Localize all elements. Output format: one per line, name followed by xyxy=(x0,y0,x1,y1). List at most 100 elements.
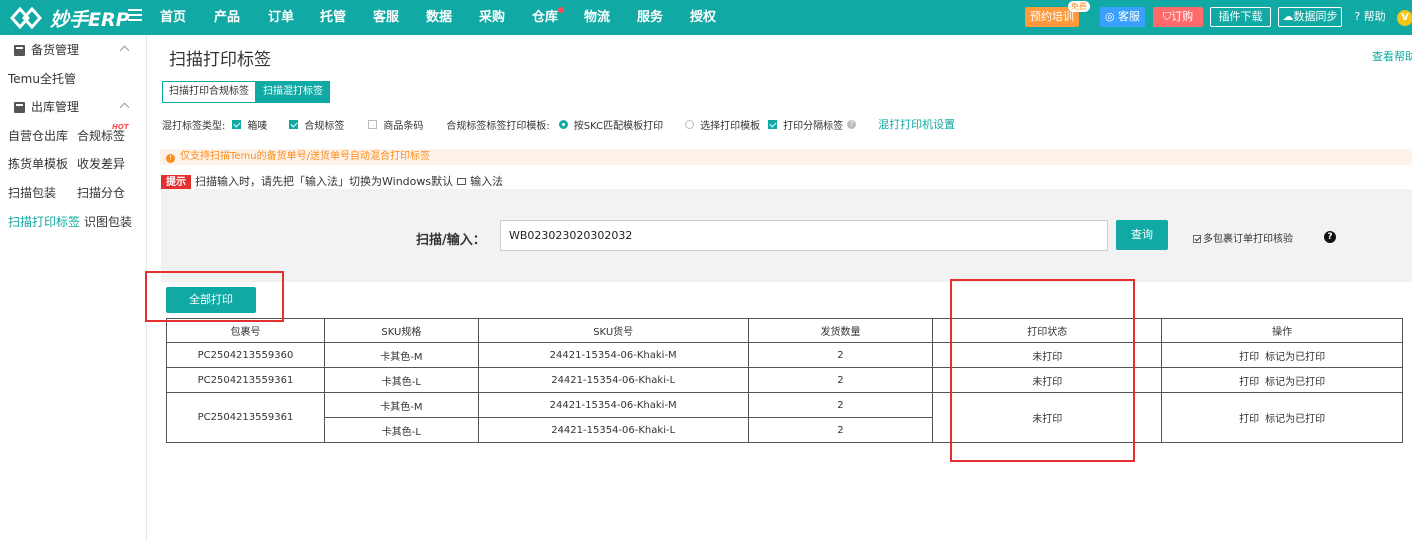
sidebar-group-label: 备货管理 xyxy=(31,43,80,57)
tab-bar: 扫描打印合规标签 扫描混打标签 xyxy=(162,81,330,103)
spec-cell: 卡其色-L xyxy=(323,417,479,443)
nav-customer-service[interactable]: 客服 xyxy=(373,0,426,35)
multi-package-checkbox[interactable] xyxy=(1193,235,1201,243)
help-button[interactable]: ? 帮助 xyxy=(1350,7,1390,27)
multi-package-label: 多包裹订单打印核验 xyxy=(1203,234,1293,245)
sidebar-item-discrepancy[interactable]: 收发差异 xyxy=(77,156,125,172)
help-label: 帮助 xyxy=(1363,10,1386,23)
cloud-icon: ☁ xyxy=(1282,10,1294,23)
nav-warehouse-label: 仓库 xyxy=(532,10,559,25)
printer-setting-link[interactable]: 混打打印机设置 xyxy=(878,116,955,132)
package-cell: PC2504213559360 xyxy=(166,342,325,368)
sidebar-item-scan-print-label[interactable]: 扫描打印标签 xyxy=(8,214,80,230)
notification-dot xyxy=(558,7,564,13)
nav-warehouse[interactable]: 仓库 xyxy=(532,0,584,35)
help-circle-icon[interactable]: ? xyxy=(1324,231,1336,243)
print-link[interactable]: 打印 xyxy=(1239,352,1259,363)
sku-cell: 24421-15354-06-Khaki-L xyxy=(477,367,749,393)
sidebar-item-scan-sort[interactable]: 扫描分仓 xyxy=(77,185,125,201)
skc-match-radio[interactable] xyxy=(558,119,568,129)
type-label: 混打标签类型: xyxy=(162,120,226,132)
app-logo[interactable]: 妙手ERP xyxy=(10,4,130,32)
print-link[interactable]: 打印 xyxy=(1239,377,1259,388)
order-button[interactable]: ⛉订购 xyxy=(1153,7,1203,27)
spec-cell: 卡其色-L xyxy=(323,367,479,393)
sidebar-group-label: 出库管理 xyxy=(31,100,80,114)
help-link[interactable]: 查看帮助 xyxy=(1372,48,1412,64)
tab-scan-compliance[interactable]: 扫描打印合规标签 xyxy=(162,81,256,103)
col-sku-spec: SKU规格 xyxy=(323,318,479,343)
sku-cell: 24421-15354-06-Khaki-M xyxy=(477,392,749,418)
compliance-label: 合规标签 xyxy=(304,120,345,132)
box-mark-checkbox[interactable] xyxy=(232,119,242,129)
customer-service-label: 客服 xyxy=(1118,10,1141,23)
sidebar-item-scan-pack[interactable]: 扫描包装 xyxy=(8,185,56,201)
qty-cell: 2 xyxy=(747,367,934,393)
logo-icon xyxy=(10,6,43,30)
query-button[interactable]: 查询 xyxy=(1116,220,1168,250)
page-title: 扫描打印标签 xyxy=(169,50,271,70)
tab-scan-mixed[interactable]: 扫描混打标签 xyxy=(256,81,330,103)
data-sync-button[interactable]: ☁数据同步 xyxy=(1278,7,1342,27)
plugin-download-button[interactable]: 插件下载 xyxy=(1210,7,1271,27)
sidebar: 备货管理 Temu全托管 出库管理 自营仓出库 合规标签 HOT 拣货单模板 收… xyxy=(0,35,147,541)
mark-printed-link[interactable]: 标记为已打印 xyxy=(1265,377,1325,388)
nav-orders[interactable]: 订单 xyxy=(268,0,320,35)
main-nav: 首页 产品 订单 托管 客服 数据 采购 仓库 物流 服务 授权 xyxy=(160,0,730,35)
top-nav-bar: 妙手ERP 首页 产品 订单 托管 客服 数据 采购 仓库 物流 服务 授权 预… xyxy=(0,0,1412,35)
box-icon xyxy=(14,45,25,56)
nav-home[interactable]: 首页 xyxy=(160,0,214,35)
tip-text-end: 输入法 xyxy=(470,175,504,188)
sku-cell: 24421-15354-06-Khaki-L xyxy=(477,417,749,443)
print-link[interactable]: 打印 xyxy=(1239,414,1259,425)
multi-package-check[interactable]: 多包裹订单打印核验 xyxy=(1193,230,1293,245)
box-mark-label: 箱唛 xyxy=(247,120,268,132)
actions-cell: 打印 标记为已打印 xyxy=(1161,342,1403,368)
choose-template-radio[interactable] xyxy=(685,119,695,129)
sidebar-group-outbound[interactable]: 出库管理 xyxy=(0,93,147,121)
table-row: PC2504213559361 卡其色-L 24421-15354-06-Kha… xyxy=(166,367,1403,393)
nav-data[interactable]: 数据 xyxy=(426,0,479,35)
spec-cell: 卡其色-M xyxy=(323,392,479,418)
table-row: PC2504213559361 卡其色-M 24421-15354-06-Kha… xyxy=(166,392,1403,443)
sku-cell: 24421-15354-06-Khaki-M xyxy=(477,342,749,368)
vip-badge[interactable]: V xyxy=(1397,10,1412,26)
separator-checkbox[interactable] xyxy=(768,119,778,129)
tip-text: 扫描输入时，请先把「输入法」切换为Windows默认 xyxy=(195,175,454,188)
nav-purchase[interactable]: 采购 xyxy=(479,0,532,35)
nav-products[interactable]: 产品 xyxy=(214,0,268,35)
spec-cell: 卡其色-M xyxy=(323,342,479,368)
compliance-checkbox[interactable] xyxy=(289,119,299,129)
question-icon: ? xyxy=(1354,10,1361,23)
barcode-checkbox[interactable] xyxy=(368,119,378,129)
sidebar-group-stock[interactable]: 备货管理 xyxy=(0,36,147,64)
separator-label: 打印分隔标签 xyxy=(783,120,844,132)
mark-printed-link[interactable]: 标记为已打印 xyxy=(1265,352,1325,363)
qty-cell: 2 xyxy=(747,342,934,368)
free-badge: 免费 xyxy=(1068,1,1090,12)
actions-cell: 打印 标记为已打印 xyxy=(1161,367,1403,393)
warning-text: 仅支持扫描Temu的备货单号/送货单号自动混合打印标签 xyxy=(180,151,431,162)
mark-printed-link[interactable]: 标记为已打印 xyxy=(1265,414,1325,425)
template-label: 合规标签标签打印模板: xyxy=(446,120,550,132)
question-icon[interactable]: ? xyxy=(847,119,857,129)
tip-row: 提示 扫描输入时，请先把「输入法」切换为Windows默认 输入法 xyxy=(161,174,504,191)
actions-cell: 打印 标记为已打印 xyxy=(1161,392,1403,443)
sidebar-item-image-pack[interactable]: 识图包装 xyxy=(84,214,132,230)
mixed-options-row: 混打标签类型: 箱唛 合规标签 商品条码 合规标签标签打印模板: 按SKC匹配模… xyxy=(162,116,955,132)
customer-service-button[interactable]: ◎ 客服 xyxy=(1100,7,1145,27)
cart-icon: ⛉ xyxy=(1162,10,1172,23)
scan-label: 扫描/输入： xyxy=(416,233,486,248)
data-sync-label: 数据同步 xyxy=(1293,10,1338,23)
sidebar-item-picking-template[interactable]: 拣货单模板 xyxy=(8,156,68,172)
nav-authorize[interactable]: 授权 xyxy=(690,0,730,35)
nav-hosting[interactable]: 托管 xyxy=(320,0,373,35)
nav-service[interactable]: 服务 xyxy=(637,0,690,35)
col-package: 包裹号 xyxy=(166,318,325,343)
sidebar-item-temu-full[interactable]: Temu全托管 xyxy=(8,71,76,87)
scan-input[interactable]: WB023023020302032 xyxy=(500,220,1108,251)
col-sku-code: SKU货号 xyxy=(477,318,749,343)
menu-toggle-icon[interactable] xyxy=(128,9,142,23)
sidebar-item-self-warehouse[interactable]: 自营仓出库 xyxy=(8,128,68,144)
nav-logistics[interactable]: 物流 xyxy=(584,0,637,35)
